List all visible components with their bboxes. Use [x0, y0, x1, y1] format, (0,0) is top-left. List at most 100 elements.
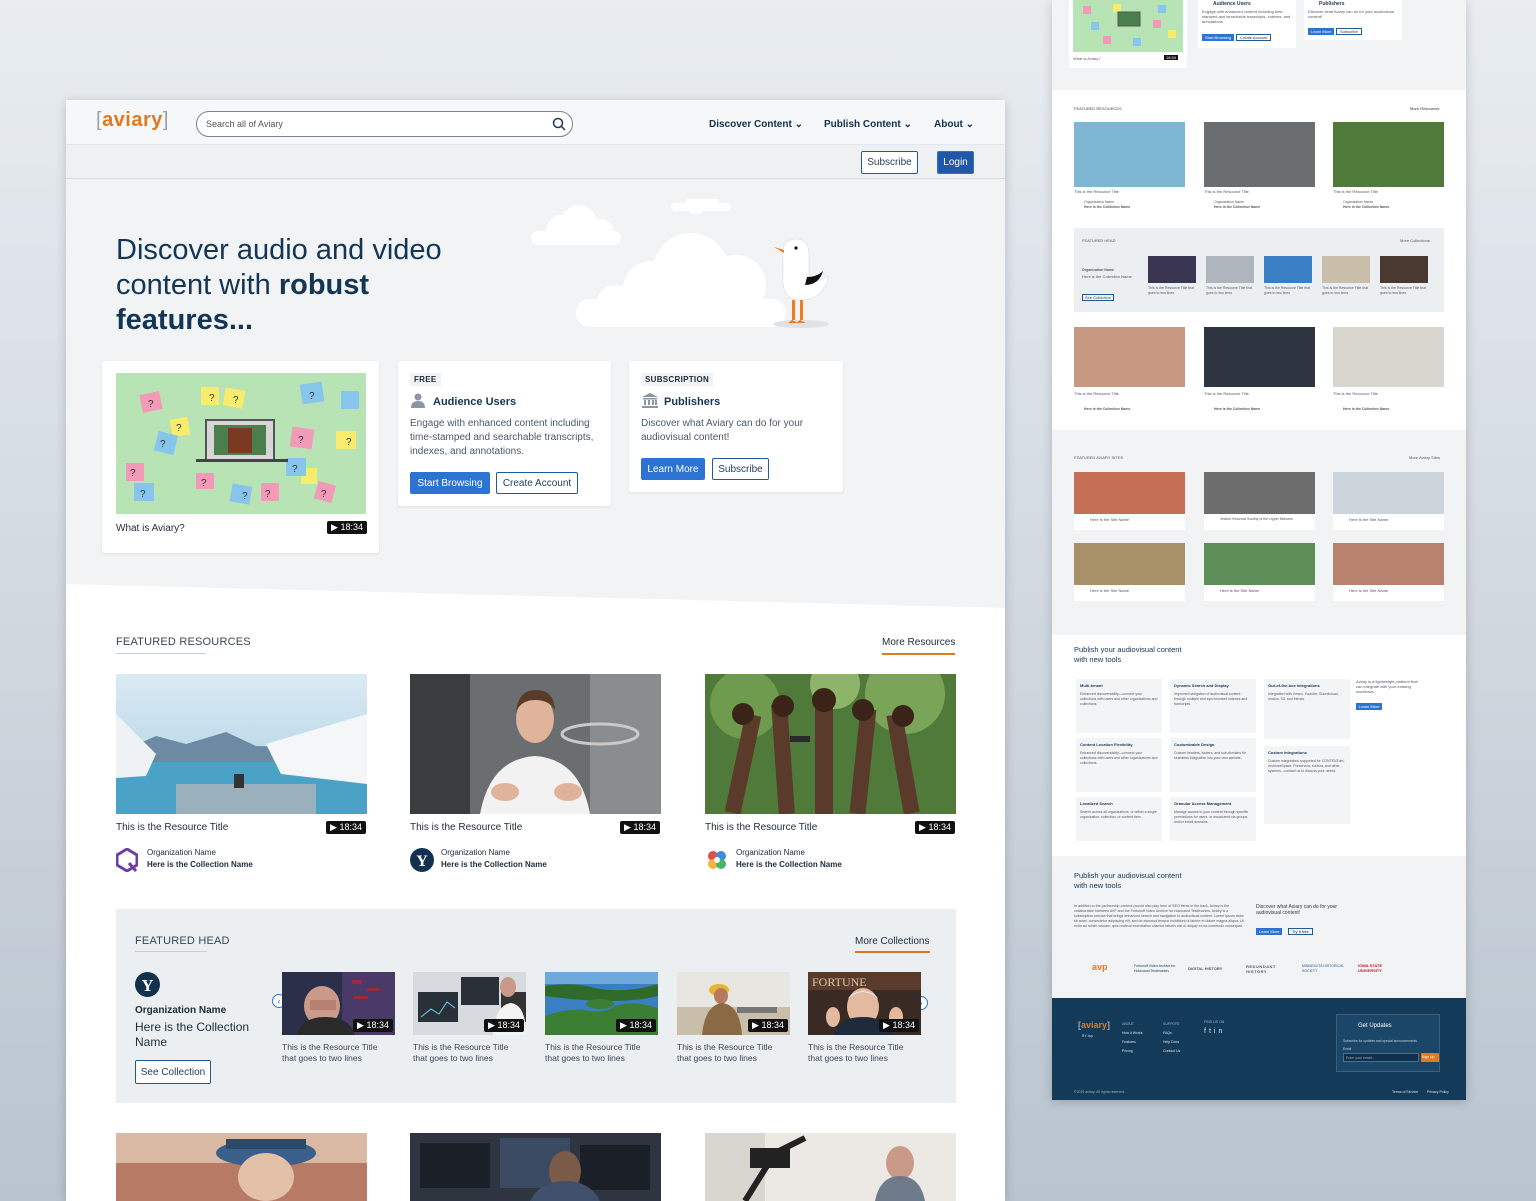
footer-logo[interactable]: [aviary]: [1078, 1020, 1110, 1030]
preview-site-card[interactable]: Here is the Site Name: [1074, 472, 1185, 530]
preview-collection-name[interactable]: Here is the Collection Name: [1214, 407, 1260, 412]
sign-up-button[interactable]: Sign Up: [1421, 1053, 1439, 1062]
preview-resource-title[interactable]: This is the Resource Title: [1333, 391, 1378, 396]
preview-create-account-button[interactable]: Create Account: [1236, 34, 1272, 41]
more-collections-link[interactable]: More Collections: [855, 936, 929, 947]
privacy-link[interactable]: Privacy Policy: [1427, 1090, 1449, 1094]
preview-start-browsing-button[interactable]: Start Browsing: [1202, 34, 1235, 41]
resource-title[interactable]: This is the Resource Title: [116, 822, 228, 833]
preview-video-thumbnail[interactable]: [1073, 0, 1183, 52]
preview-resource-title[interactable]: This is the Resource Title: [1204, 189, 1249, 194]
resource-thumbnail[interactable]: [410, 674, 661, 814]
learn-more-button[interactable]: Learn More: [641, 458, 705, 480]
intro-video-card[interactable]: ??????????????? What is Aviary? ▶ 18:34: [102, 361, 379, 553]
preview-more-resources-link[interactable]: More Resources: [1410, 106, 1439, 111]
preview-resource-thumbnail[interactable]: [1204, 327, 1315, 387]
start-browsing-button[interactable]: Start Browsing: [410, 472, 490, 494]
preview-carousel-title[interactable]: This is the Resource Title that goes to …: [1264, 286, 1314, 296]
search-icon[interactable]: [552, 117, 566, 131]
preview-learn-more-button[interactable]: Learn More: [1308, 28, 1335, 35]
login-button[interactable]: Login: [937, 151, 974, 174]
intro-video-thumbnail[interactable]: ???????????????: [116, 373, 366, 514]
collection-name[interactable]: Here is the Collection Name: [147, 860, 253, 869]
resource-thumbnail[interactable]: [116, 1133, 367, 1201]
nav-about[interactable]: About ⌄: [934, 119, 974, 130]
preview-site-card[interactable]: Here is the Site Name: [1333, 472, 1444, 530]
terms-link[interactable]: Terms of Service: [1392, 1090, 1418, 1094]
preview-more-collections-link[interactable]: More Collections: [1400, 238, 1430, 243]
preview-site-card[interactable]: Here is the Site Name: [1074, 543, 1185, 601]
partner-logo-digital-history[interactable]: DIGITAL HISTORY: [1188, 966, 1222, 971]
partner-logo-avp[interactable]: avp: [1092, 962, 1108, 972]
collection-name[interactable]: Here is the Collection Name: [441, 860, 547, 869]
partner-logo-mnhs[interactable]: MINNESOTA HISTORICAL SOCIETY: [1302, 964, 1352, 974]
preview-collection-name[interactable]: Here is the Collection Name: [1082, 274, 1142, 279]
organization-name[interactable]: Organization Name: [736, 848, 805, 857]
preview-carousel-thumb[interactable]: [1206, 256, 1254, 283]
resource-thumbnail[interactable]: [410, 1133, 661, 1201]
preview-carousel-title[interactable]: This is the Resource Title that goes to …: [1206, 286, 1256, 296]
nav-discover-content[interactable]: Discover Content ⌄: [709, 119, 803, 130]
collection-name[interactable]: Here is the Collection Name: [135, 1020, 260, 1050]
preview-carousel-thumb[interactable]: [1264, 256, 1312, 283]
preview-collection-name[interactable]: Here is the Collection Name: [1084, 407, 1130, 412]
resource-card[interactable]: This is the Resource Title ▶ 18:34 Y Org…: [410, 674, 661, 879]
social-icons[interactable]: ftin: [1204, 1028, 1225, 1035]
preview-site-card[interactable]: Jewish Historical Society of the Upper M…: [1204, 472, 1315, 530]
preview-resource-title[interactable]: This is the Resource Title: [1074, 391, 1119, 396]
preview-aside-learn-more[interactable]: Learn More: [1356, 703, 1383, 710]
search-input[interactable]: Search all of Aviary: [196, 111, 573, 137]
nav-publish-content[interactable]: Publish Content ⌄: [824, 119, 912, 130]
resource-title[interactable]: This is the Resource Title that goes to …: [808, 1042, 918, 1064]
preview-resource-thumbnail[interactable]: [1333, 327, 1444, 387]
organization-name[interactable]: Organization Name: [441, 848, 510, 857]
resource-title[interactable]: This is the Resource Title that goes to …: [413, 1042, 523, 1064]
footer-support-links[interactable]: SUPPORT FAQs Help Docs Contact Us: [1163, 1020, 1180, 1056]
carousel-item[interactable]: ▶ 18:34 This is the Resource Title that …: [282, 972, 395, 1072]
carousel-item[interactable]: ▶ 18:34 This is the Resource Title that …: [677, 972, 790, 1072]
partner-logo-redundant-history[interactable]: REDUNDANT HISTORY: [1246, 964, 1288, 974]
preview-subscribe-button[interactable]: Subscribe: [1336, 28, 1362, 35]
subscribe-button[interactable]: Subscribe: [861, 151, 918, 174]
preview-collection-name[interactable]: Here is the Collection Name: [1343, 205, 1389, 210]
resource-card[interactable]: This is the Resource Title ▶ 18:34 Organ…: [116, 674, 367, 879]
email-input[interactable]: Enter your email...: [1343, 1053, 1419, 1062]
preview-see-collection-button[interactable]: See Collection: [1082, 294, 1114, 301]
resource-title[interactable]: This is the Resource Title: [410, 822, 522, 833]
carousel-item[interactable]: ▶ 18:34 This is the Resource Title that …: [413, 972, 526, 1072]
create-account-button[interactable]: Create Account: [496, 472, 578, 494]
resource-thumbnail[interactable]: [705, 1133, 956, 1201]
preview-resource-title[interactable]: This is the Resource Title: [1333, 189, 1378, 194]
resource-title[interactable]: This is the Resource Title that goes to …: [677, 1042, 787, 1064]
resource-title[interactable]: This is the Resource Title that goes to …: [545, 1042, 655, 1064]
preview-resource-thumbnail[interactable]: [1074, 122, 1185, 187]
organization-name[interactable]: Organization Name: [147, 848, 216, 857]
footer-about-links[interactable]: ABOUT How it Works Features Pricing: [1122, 1020, 1143, 1056]
preview-video-card[interactable]: What is Aviary? 18:34: [1069, 0, 1187, 68]
preview-resource-title[interactable]: This is the Resource Title: [1074, 189, 1119, 194]
preview-resource-title[interactable]: This is the Resource Title: [1204, 391, 1249, 396]
preview-collection-name[interactable]: Here is the Collection Name: [1214, 205, 1260, 210]
preview-resource-thumbnail[interactable]: [1074, 327, 1185, 387]
organization-name[interactable]: Organization Name: [135, 1005, 226, 1016]
preview-collection-name[interactable]: Here is the Collection Name: [1084, 205, 1130, 210]
preview-carousel-thumb[interactable]: [1148, 256, 1196, 283]
preview-try-free-button[interactable]: Try it free: [1288, 928, 1313, 935]
preview-site-card[interactable]: Here is the Site Name: [1333, 543, 1444, 601]
resource-card[interactable]: This is the Resource Title ▶ 18:34 Organ…: [705, 674, 956, 879]
preview-carousel-thumb[interactable]: [1322, 256, 1370, 283]
partner-logo-fortunoff[interactable]: Fortunoff Video Archive for Holocaust Te…: [1134, 964, 1182, 974]
preview-site-card[interactable]: Here is the Site Name: [1204, 543, 1315, 601]
resource-title[interactable]: This is the Resource Title: [705, 822, 817, 833]
preview-carousel-thumb[interactable]: [1380, 256, 1428, 283]
resource-thumbnail[interactable]: [705, 674, 956, 814]
preview-about-learn-more[interactable]: Learn More: [1256, 928, 1283, 935]
carousel-item[interactable]: FORTUNE ▶ 18:34 This is the Resource Tit…: [808, 972, 921, 1072]
see-collection-button[interactable]: See Collection: [135, 1060, 211, 1084]
aviary-logo[interactable]: [aviary]: [96, 109, 169, 132]
preview-carousel-title[interactable]: This is the Resource Title that goes to …: [1380, 286, 1430, 296]
preview-carousel-title[interactable]: This is the Resource Title that goes to …: [1322, 286, 1372, 296]
carousel-item[interactable]: ▶ 18:34 This is the Resource Title that …: [545, 972, 658, 1072]
more-resources-link[interactable]: More Resources: [882, 637, 955, 648]
preview-more-sites-link[interactable]: More Aviary Sites: [1409, 455, 1440, 460]
